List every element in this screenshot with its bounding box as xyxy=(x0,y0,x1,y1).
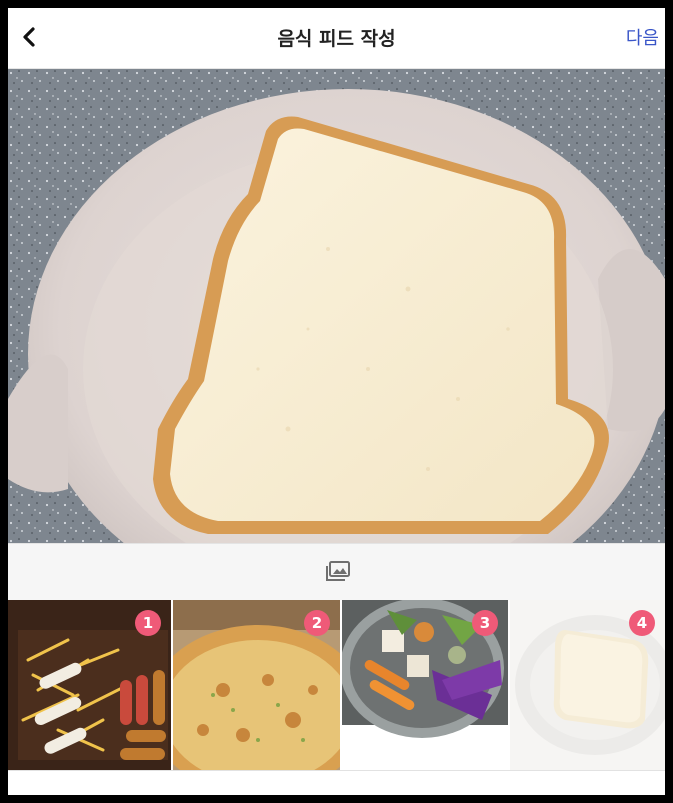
thumbnail-2[interactable]: 2 xyxy=(173,600,340,770)
photo-preview xyxy=(8,69,665,543)
bread-photo xyxy=(8,69,665,543)
order-badge: 4 xyxy=(629,610,655,636)
app-frame: 음식 피드 작성 다음 1 2 3 4 xyxy=(8,8,665,795)
gallery-bar xyxy=(8,543,665,600)
thumbnail-1[interactable]: 1 xyxy=(8,600,171,770)
divider xyxy=(8,770,665,771)
thumbnail-strip: 1 2 3 4 xyxy=(8,600,665,770)
order-badge: 3 xyxy=(472,610,498,636)
next-button[interactable]: 다음 xyxy=(626,24,659,50)
order-badge: 1 xyxy=(135,610,161,636)
thumbnail-3[interactable]: 3 xyxy=(342,600,508,770)
order-badge: 2 xyxy=(304,610,330,636)
header: 음식 피드 작성 다음 xyxy=(8,8,665,69)
gallery-icon[interactable] xyxy=(326,561,350,581)
page-title: 음식 피드 작성 xyxy=(277,28,396,50)
thumbnail-4[interactable]: 4 xyxy=(510,600,665,770)
